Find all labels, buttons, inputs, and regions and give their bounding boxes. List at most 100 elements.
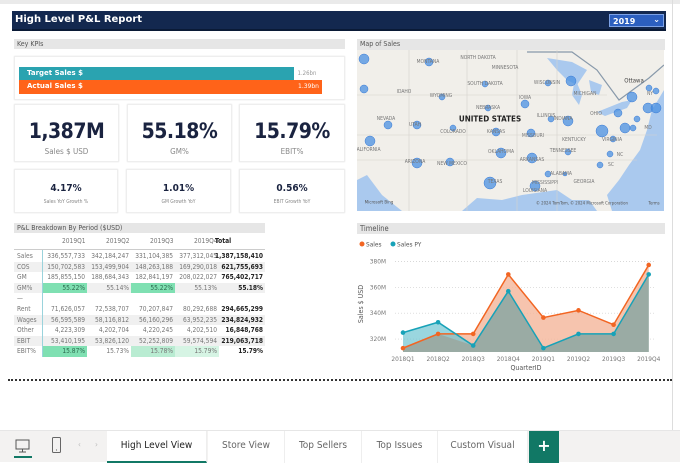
state-label: WISCONSIN <box>533 80 561 86</box>
cell: 377,312,045 <box>179 252 217 260</box>
data-point <box>576 331 581 337</box>
state-label: NEBRASKA <box>475 105 501 111</box>
row-label: Wages <box>17 315 37 324</box>
kpi-section-title: Key KPIs <box>14 39 345 49</box>
map-canvas <box>357 50 664 211</box>
sales-map[interactable]: NORTH DAKOTA MINNESOTA MONTANA SOUTH DAKOTA… <box>357 50 664 211</box>
cell: 336,557,733 <box>47 252 85 260</box>
sales-bubble <box>596 161 604 169</box>
cell: 80,292,688 <box>183 305 217 313</box>
cell: 15.87% <box>43 346 87 357</box>
data-point <box>470 343 476 348</box>
state-label: NEW MEXICO <box>437 161 467 167</box>
tab-store-view[interactable]: Store View <box>208 431 285 463</box>
cell: 72,538,707 <box>95 305 129 313</box>
cell: 58,116,812 <box>95 315 129 324</box>
state-label: SC <box>608 162 614 168</box>
cell: 169,290,018 <box>179 262 217 271</box>
x-axis-label: QuarterID <box>510 364 541 372</box>
tab-custom-visual[interactable]: Custom Visual <box>438 431 528 463</box>
target-value: 1.26bn <box>297 70 317 77</box>
data-point <box>541 345 546 351</box>
total-cell: 16,848,768 <box>225 326 263 335</box>
country-label: UNITED STATES <box>458 114 522 124</box>
total-cell: 219,063,718 <box>221 336 263 345</box>
legend-marker <box>390 241 396 247</box>
cell <box>43 293 87 304</box>
sales-bubble <box>606 150 614 158</box>
cell: 52,252,809 <box>139 336 173 345</box>
state-label: KENTUCKY <box>562 137 586 143</box>
state-label: NORTH DAKOTA <box>460 55 496 61</box>
state-label: COLORADO <box>440 129 466 135</box>
column-header[interactable]: 2019Q4 <box>194 237 218 245</box>
page-boundary-divider <box>8 379 672 381</box>
total-cell: 15.79% <box>238 347 263 356</box>
scroll-left-icon[interactable]: ‹ <box>78 440 81 449</box>
table-row: Rent 71,626,057 72,538,707 70,207,847 80,292… <box>14 304 265 315</box>
mobile-view-button[interactable] <box>51 436 63 456</box>
row-label: COS <box>17 262 30 271</box>
state-label: OKLAHOMA <box>487 149 515 155</box>
state-label: LOUISIANA <box>522 188 548 194</box>
target-sales-bar[interactable]: Target Sales $ <box>19 67 294 80</box>
state-label: NC <box>616 152 624 158</box>
actual-sales-bar[interactable]: Actual Sales $ 1.39bn <box>19 80 322 94</box>
sales-bubble <box>358 53 370 65</box>
x-tick-label: 2019Q1 <box>532 355 555 363</box>
tab-top-issues[interactable]: Top Issues <box>362 431 438 463</box>
kpi-label: GM% <box>170 147 189 156</box>
data-point <box>576 308 581 313</box>
sales-bubble <box>520 99 530 109</box>
table-row: COS 150,702,583 153,499,904 148,263,188 169,… <box>14 261 265 273</box>
year-value: 2019 <box>613 17 636 26</box>
tab-top-sellers[interactable]: Top Sellers <box>285 431 362 463</box>
kpi-card-ebit: 15.79% EBIT% <box>239 104 345 162</box>
cell: 342,184,247 <box>91 252 129 260</box>
cell: 59,574,594 <box>183 336 217 345</box>
column-header[interactable]: 2019Q1 <box>62 237 86 245</box>
add-page-button[interactable]: + <box>529 431 559 463</box>
data-point <box>506 288 511 294</box>
column-header[interactable]: 2019Q2 <box>106 237 130 245</box>
data-point <box>611 331 616 337</box>
x-tick-label: 2019Q3 <box>602 355 625 363</box>
target-label: Target Sales $ <box>27 69 83 77</box>
cell: 15.79% <box>175 346 219 357</box>
kpi-card-gm-growth: 1.01% GM Growth YoY <box>126 169 231 213</box>
tab-high-level-view[interactable]: High Level View <box>107 431 207 463</box>
x-tick-label: 2018Q2 <box>426 355 449 363</box>
y-axis-label: Sales $ USD <box>357 285 365 323</box>
year-dropdown[interactable]: 2019 ⌄ <box>609 14 664 27</box>
table-row: — <box>14 293 265 304</box>
state-label: OHIO <box>590 111 602 117</box>
total-cell: 621,755,693 <box>221 262 263 271</box>
map-terms-link: Terms <box>648 201 660 207</box>
page-tab-bar: ‹ › High Level View Store View Top Selle… <box>0 430 680 463</box>
kpi-label: Sales $ USD <box>44 147 89 156</box>
phone-icon <box>52 437 61 453</box>
data-point <box>470 331 476 337</box>
scroll-right-icon[interactable]: › <box>95 440 98 449</box>
state-label: INDIANA <box>553 116 573 122</box>
sales-bubble <box>613 108 623 118</box>
data-point <box>400 345 406 351</box>
column-header[interactable]: Total <box>215 237 231 245</box>
cell: 153,499,904 <box>91 262 129 271</box>
cell: 4,202,704 <box>98 326 129 335</box>
cell: 15.73% <box>106 347 129 356</box>
state-label: NEVADA <box>376 116 396 122</box>
row-label: Sales <box>17 252 33 260</box>
cell: 53,410,195 <box>51 336 85 345</box>
table-row: EBIT% 15.87% 15.73% 15.78% 15.79% 15.79% <box>14 346 265 357</box>
state-label: TEXAS <box>487 179 503 185</box>
legend-label: Sales <box>366 241 382 249</box>
cell: 182,841,197 <box>135 273 173 282</box>
data-point <box>435 331 441 337</box>
cell: 53,826,120 <box>95 336 129 345</box>
table-row: Wages 56,595,589 58,116,812 56,160,296 63,95… <box>14 314 265 326</box>
sales-bubble <box>619 122 631 134</box>
state-label: MD <box>644 125 652 131</box>
column-header[interactable]: 2019Q3 <box>150 237 174 245</box>
desktop-view-button[interactable] <box>14 436 32 458</box>
